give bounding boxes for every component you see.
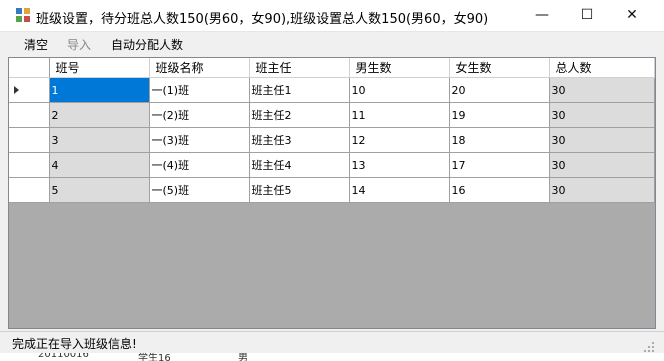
current-row-arrow-icon <box>14 85 19 94</box>
minimize-button[interactable]: — <box>519 0 565 31</box>
cell-class-id[interactable]: 4 <box>49 152 150 178</box>
background-cell: 学生16 <box>138 353 171 361</box>
column-header-teacher[interactable]: 班主任 <box>249 58 350 78</box>
cell-total-count[interactable]: 30 <box>549 152 655 178</box>
header-row: 班号 班级名称 班主任 男生数 女生数 总人数 <box>9 58 655 78</box>
row-header[interactable] <box>9 127 50 153</box>
cell-class-id[interactable]: 1 <box>49 77 150 103</box>
background-window-strip: 20110016 学生16 男 <box>0 353 664 361</box>
window-title: 班级设置，待分班总人数150(男60，女90),班级设置总人数150(男60，女… <box>36 12 489 27</box>
row-header[interactable] <box>9 152 50 178</box>
cell-male-count[interactable]: 10 <box>349 77 450 103</box>
cell-class-name[interactable]: 一(5)班 <box>149 177 250 203</box>
cell-class-id[interactable]: 2 <box>49 102 150 128</box>
menu-clear[interactable]: 清空 <box>24 36 48 53</box>
row-header[interactable] <box>9 77 50 103</box>
menu-bar: 清空 导入 自动分配人数 <box>0 32 664 56</box>
corner-header[interactable] <box>9 58 50 78</box>
column-header-total-count[interactable]: 总人数 <box>549 58 655 78</box>
cell-teacher[interactable]: 班主任2 <box>249 102 350 128</box>
table-row[interactable]: 3 一(3)班 班主任3 12 18 30 <box>9 127 655 153</box>
cell-male-count[interactable]: 12 <box>349 127 450 153</box>
table-row[interactable]: 2 一(2)班 班主任2 11 19 30 <box>9 102 655 128</box>
close-button[interactable]: ✕ <box>609 0 655 31</box>
cell-female-count[interactable]: 16 <box>449 177 550 203</box>
class-table: 班号 班级名称 班主任 男生数 女生数 总人数 1 一(1)班 班主任1 10 … <box>9 58 655 203</box>
app-icon <box>16 8 30 22</box>
maximize-button[interactable]: ☐ <box>564 0 610 31</box>
table-row[interactable]: 5 一(5)班 班主任5 14 16 30 <box>9 177 655 203</box>
table-row[interactable]: 4 一(4)班 班主任4 13 17 30 <box>9 152 655 178</box>
cell-total-count[interactable]: 30 <box>549 102 655 128</box>
column-header-male-count[interactable]: 男生数 <box>349 58 450 78</box>
cell-teacher[interactable]: 班主任3 <box>249 127 350 153</box>
cell-class-name[interactable]: 一(2)班 <box>149 102 250 128</box>
cell-female-count[interactable]: 18 <box>449 127 550 153</box>
cell-male-count[interactable]: 14 <box>349 177 450 203</box>
cell-teacher[interactable]: 班主任4 <box>249 152 350 178</box>
class-data-grid[interactable]: 班号 班级名称 班主任 男生数 女生数 总人数 1 一(1)班 班主任1 10 … <box>8 57 656 329</box>
cell-class-name[interactable]: 一(3)班 <box>149 127 250 153</box>
background-cell: 男 <box>238 353 248 361</box>
cell-class-id[interactable]: 3 <box>49 127 150 153</box>
cell-class-name[interactable]: 一(4)班 <box>149 152 250 178</box>
cell-female-count[interactable]: 19 <box>449 102 550 128</box>
row-header[interactable] <box>9 177 50 203</box>
cell-total-count[interactable]: 30 <box>549 177 655 203</box>
cell-male-count[interactable]: 11 <box>349 102 450 128</box>
background-cell: 20110016 <box>38 353 89 360</box>
menu-auto-assign[interactable]: 自动分配人数 <box>111 36 183 53</box>
status-text: 完成正在导入班级信息! <box>12 337 137 351</box>
cell-male-count[interactable]: 13 <box>349 152 450 178</box>
cell-female-count[interactable]: 20 <box>449 77 550 103</box>
class-settings-window: 班级设置，待分班总人数150(男60，女90),班级设置总人数150(男60，女… <box>0 0 664 361</box>
cell-teacher[interactable]: 班主任5 <box>249 177 350 203</box>
cell-teacher[interactable]: 班主任1 <box>249 77 350 103</box>
cell-class-id[interactable]: 5 <box>49 177 150 203</box>
title-bar[interactable]: 班级设置，待分班总人数150(男60，女90),班级设置总人数150(男60，女… <box>0 0 664 32</box>
column-header-class-id[interactable]: 班号 <box>49 58 150 78</box>
menu-import[interactable]: 导入 <box>67 36 91 53</box>
row-header[interactable] <box>9 102 50 128</box>
table-row[interactable]: 1 一(1)班 班主任1 10 20 30 <box>9 77 655 103</box>
status-bar: 完成正在导入班级信息! <box>0 331 664 354</box>
cell-total-count[interactable]: 30 <box>549 77 655 103</box>
cell-total-count[interactable]: 30 <box>549 127 655 153</box>
column-header-class-name[interactable]: 班级名称 <box>149 58 250 78</box>
resize-grip-icon[interactable] <box>644 342 654 352</box>
column-header-female-count[interactable]: 女生数 <box>449 58 550 78</box>
cell-class-name[interactable]: 一(1)班 <box>149 77 250 103</box>
cell-female-count[interactable]: 17 <box>449 152 550 178</box>
